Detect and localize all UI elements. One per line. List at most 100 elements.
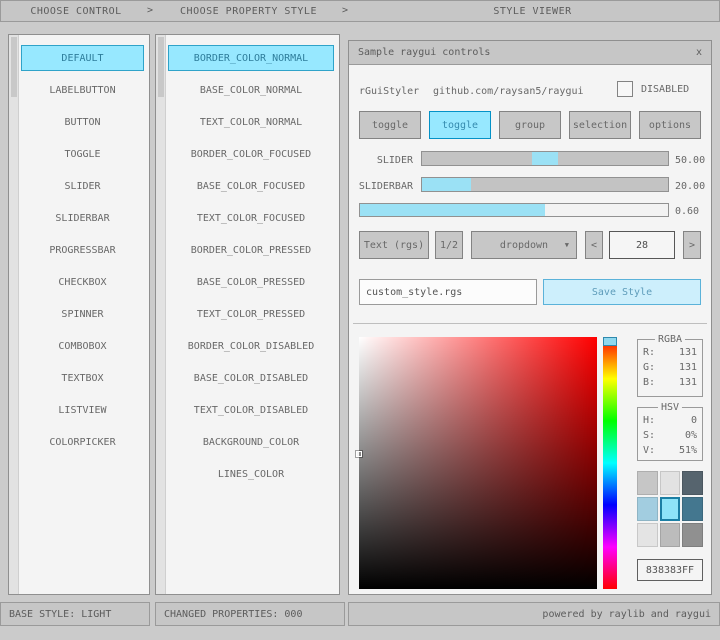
- status-base-style: BASE STYLE: LIGHT: [0, 602, 150, 626]
- channel-value: 131: [679, 345, 697, 360]
- slider[interactable]: [421, 151, 669, 166]
- disabled-checkbox[interactable]: [617, 81, 633, 97]
- hue-slider-cursor[interactable]: [603, 337, 617, 346]
- style-swatch[interactable]: [682, 497, 703, 521]
- top-navigation-bar: CHOOSE CONTROL CHOOSE PROPERTY STYLE STY…: [0, 0, 720, 22]
- color-cursor-icon[interactable]: [356, 451, 362, 457]
- step-choose-property-style: CHOOSE PROPERTY STYLE: [151, 1, 346, 21]
- progressbar-value: 0.60: [675, 205, 699, 219]
- sliderbar-fill: [422, 178, 471, 191]
- property-list-item[interactable]: LINES_COLOR: [168, 461, 334, 487]
- style-swatch[interactable]: [637, 523, 658, 547]
- property-list-item[interactable]: TEXT_COLOR_DISABLED: [168, 397, 334, 423]
- control-list-item[interactable]: CHECKBOX: [21, 269, 144, 295]
- style-swatch-selected[interactable]: [660, 497, 681, 521]
- control-list-item[interactable]: LABELBUTTON: [21, 77, 144, 103]
- properties-list-scrollbar[interactable]: [156, 35, 166, 594]
- control-list-item[interactable]: TOGGLE: [21, 141, 144, 167]
- step-style-viewer: STYLE VIEWER: [346, 1, 719, 21]
- property-list-item[interactable]: BORDER_COLOR_FOCUSED: [168, 141, 334, 167]
- property-list-item[interactable]: TEXT_COLOR_NORMAL: [168, 109, 334, 135]
- channel-label: R:: [643, 345, 655, 360]
- text-rgs-button[interactable]: Text (rgs): [359, 231, 429, 259]
- repo-link-label[interactable]: github.com/raysan5/raygui: [433, 85, 584, 99]
- chevron-down-icon: ▼: [565, 241, 569, 249]
- scrollbar-thumb[interactable]: [158, 37, 164, 97]
- control-list-item[interactable]: SLIDERBAR: [21, 205, 144, 231]
- toggle-group-item-group[interactable]: group: [499, 111, 561, 139]
- spinner-decrement-button[interactable]: <: [585, 231, 603, 259]
- property-list-item[interactable]: BASE_COLOR_PRESSED: [168, 269, 334, 295]
- saturation-row: S: 0%: [638, 428, 702, 443]
- property-list-item[interactable]: BORDER_COLOR_DISABLED: [168, 333, 334, 359]
- property-list-item[interactable]: BORDER_COLOR_PRESSED: [168, 237, 334, 263]
- control-list-item[interactable]: DEFAULT: [21, 45, 144, 71]
- spinner-increment-button[interactable]: >: [683, 231, 701, 259]
- style-swatch[interactable]: [682, 523, 703, 547]
- dropdown-selected-label: dropdown: [500, 240, 548, 251]
- close-icon[interactable]: x: [696, 47, 702, 58]
- control-list-item[interactable]: LISTVIEW: [21, 397, 144, 423]
- toggle-group-item-selection[interactable]: selection: [569, 111, 631, 139]
- control-list-item[interactable]: COMBOBOX: [21, 333, 144, 359]
- controls-list-scrollbar[interactable]: [9, 35, 19, 594]
- control-list-item[interactable]: SPINNER: [21, 301, 144, 327]
- property-list-item[interactable]: BASE_COLOR_DISABLED: [168, 365, 334, 391]
- changed-properties-text: CHANGED PROPERTIES: 000: [164, 609, 302, 620]
- scrollbar-thumb[interactable]: [11, 37, 17, 97]
- slider-knob[interactable]: [532, 152, 558, 165]
- progressbar: [359, 203, 669, 217]
- channel-value: 0: [691, 413, 697, 428]
- controls-list: DEFAULT LABELBUTTON BUTTON TOGGLE SLIDER…: [21, 45, 144, 461]
- color-saturation-value-panel[interactable]: [359, 337, 597, 589]
- rgba-groupbox: RGBA R: 131 G: 131 B: 131: [637, 339, 703, 397]
- channel-label: S:: [643, 428, 655, 443]
- sliderbar-value: 20.00: [675, 180, 705, 194]
- style-swatch[interactable]: [682, 471, 703, 495]
- hsv-groupbox: HSV H: 0 S: 0% V: 51%: [637, 407, 703, 461]
- chevron-right-icon: >: [342, 1, 348, 21]
- control-list-item[interactable]: TEXTBOX: [21, 365, 144, 391]
- sliderbar[interactable]: [421, 177, 669, 192]
- slider-value: 50.00: [675, 154, 705, 168]
- channel-value: 0%: [685, 428, 697, 443]
- property-list-item[interactable]: TEXT_COLOR_PRESSED: [168, 301, 334, 327]
- status-credits: powered by raylib and raygui: [348, 602, 720, 626]
- property-list-item[interactable]: BASE_COLOR_FOCUSED: [168, 173, 334, 199]
- step-choose-control: CHOOSE CONTROL: [1, 1, 151, 21]
- style-swatch[interactable]: [660, 471, 681, 495]
- toggle-group-item-options[interactable]: options: [639, 111, 701, 139]
- base-style-text: BASE STYLE: LIGHT: [9, 609, 111, 620]
- channel-label: B:: [643, 375, 655, 390]
- half-view-button[interactable]: 1/2: [435, 231, 463, 259]
- dropdown-select[interactable]: dropdown ▼: [471, 231, 577, 259]
- control-list-item[interactable]: PROGRESSBAR: [21, 237, 144, 263]
- style-swatch[interactable]: [637, 471, 658, 495]
- channel-value: 131: [679, 375, 697, 390]
- control-list-item[interactable]: COLORPICKER: [21, 429, 144, 455]
- status-changed-properties: CHANGED PROPERTIES: 000: [155, 602, 345, 626]
- hex-color-value-box[interactable]: 838383FF: [637, 559, 703, 581]
- spinner-value-box[interactable]: 28: [609, 231, 675, 259]
- blue-channel-row: B: 131: [638, 375, 702, 390]
- style-swatch[interactable]: [637, 497, 658, 521]
- control-list-item[interactable]: SLIDER: [21, 173, 144, 199]
- control-list-item[interactable]: BUTTON: [21, 109, 144, 135]
- toggle-group-item-toggle-1[interactable]: toggle: [359, 111, 421, 139]
- properties-list: BORDER_COLOR_NORMAL BASE_COLOR_NORMAL TE…: [168, 45, 334, 493]
- hsv-title: HSV: [658, 402, 682, 413]
- window-titlebar[interactable]: Sample raygui controls x: [349, 41, 711, 65]
- hue-slider[interactable]: [603, 337, 617, 589]
- property-list-item[interactable]: BASE_COLOR_NORMAL: [168, 77, 334, 103]
- toggle-group-item-toggle-2[interactable]: toggle: [429, 111, 491, 139]
- property-list-item[interactable]: BORDER_COLOR_NORMAL: [168, 45, 334, 71]
- style-swatch[interactable]: [660, 523, 681, 547]
- rgba-title: RGBA: [655, 334, 685, 345]
- channel-label: H:: [643, 413, 655, 428]
- property-list-item[interactable]: TEXT_COLOR_FOCUSED: [168, 205, 334, 231]
- style-filename-input[interactable]: [359, 279, 537, 305]
- controls-list-panel: DEFAULT LABELBUTTON BUTTON TOGGLE SLIDER…: [8, 34, 150, 595]
- save-style-button[interactable]: Save Style: [543, 279, 701, 305]
- value-row: V: 51%: [638, 443, 702, 458]
- property-list-item[interactable]: BACKGROUND_COLOR: [168, 429, 334, 455]
